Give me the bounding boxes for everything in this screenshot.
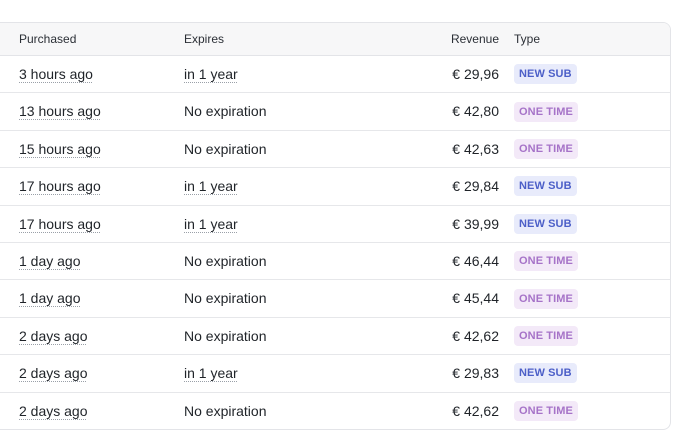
revenue-cell: € 42,80 [452,103,499,120]
purchased-cell: 3 hours ago [19,56,93,93]
purchased-time[interactable]: 1 day ago [19,253,81,269]
new-sub-badge: NEW SUB [514,213,577,234]
purchased-time[interactable]: 17 hours ago [19,216,101,232]
expires-value: No expiration [184,140,267,157]
purchased-time[interactable]: 15 hours ago [19,141,101,157]
purchased-cell: 2 days ago [19,318,88,355]
expires-cell: in 1 year [184,355,238,392]
purchased-cell: 17 hours ago [19,168,101,205]
type-cell: ONE TIME [514,131,578,168]
expires-cell: No expiration [184,93,267,130]
table-row[interactable]: 2 days ago in 1 year € 29,83 NEW SUB [0,355,670,393]
revenue-cell: € 46,44 [452,252,499,269]
expires-value: No expiration [184,252,267,269]
type-cell: ONE TIME [514,243,578,280]
expires-value: No expiration [184,103,267,120]
expires-value: No expiration [184,327,267,344]
type-cell: ONE TIME [514,280,578,317]
expires-value[interactable]: in 1 year [184,365,238,381]
expires-value[interactable]: in 1 year [184,178,238,194]
type-cell: ONE TIME [514,393,578,429]
revenue-cell: € 29,96 [452,66,499,82]
table-row[interactable]: 17 hours ago in 1 year € 29,84 NEW SUB [0,168,670,206]
purchased-time[interactable]: 2 days ago [19,365,88,381]
one-time-badge: ONE TIME [514,101,578,122]
type-cell: NEW SUB [514,168,577,205]
type-cell: NEW SUB [514,56,577,93]
type-cell: ONE TIME [514,93,578,130]
new-sub-badge: NEW SUB [514,176,577,197]
expires-value[interactable]: in 1 year [184,216,238,232]
new-sub-badge: NEW SUB [514,363,577,384]
revenue-cell: € 39,99 [452,215,499,232]
expires-value: No expiration [184,290,267,307]
table-row[interactable]: 15 hours ago No expiration € 42,63 ONE TIME [0,131,670,169]
column-header-expires[interactable]: Expires [184,23,224,55]
type-cell: ONE TIME [514,318,578,355]
one-time-badge: ONE TIME [514,288,578,309]
table-row[interactable]: 2 days ago No expiration € 42,62 ONE TIME [0,393,670,429]
table-header: Purchased Expires Revenue Type [0,23,670,56]
expires-cell: in 1 year [184,56,238,93]
expires-cell: No expiration [184,131,267,168]
purchased-time[interactable]: 2 days ago [19,403,88,419]
purchased-cell: 2 days ago [19,355,88,392]
type-cell: NEW SUB [514,355,577,392]
one-time-badge: ONE TIME [514,251,578,272]
purchased-cell: 1 day ago [19,243,81,280]
column-header-purchased[interactable]: Purchased [19,23,76,55]
one-time-badge: ONE TIME [514,326,578,347]
revenue-cell: € 42,63 [452,140,499,157]
purchased-time[interactable]: 1 day ago [19,290,81,306]
expires-cell: No expiration [184,393,267,429]
one-time-badge: ONE TIME [514,400,578,421]
column-header-type[interactable]: Type [514,23,540,55]
revenue-cell: € 45,44 [452,290,499,307]
table-row[interactable]: 1 day ago No expiration € 46,44 ONE TIME [0,243,670,281]
expires-cell: No expiration [184,243,267,280]
revenue-cell: € 42,62 [452,327,499,344]
table-row[interactable]: 1 day ago No expiration € 45,44 ONE TIME [0,280,670,318]
revenue-cell: € 42,62 [452,402,499,419]
purchased-time[interactable]: 2 days ago [19,328,88,344]
table-row[interactable]: 3 hours ago in 1 year € 29,96 NEW SUB [0,56,670,94]
one-time-badge: ONE TIME [514,139,578,160]
table-row[interactable]: 2 days ago No expiration € 42,62 ONE TIME [0,318,670,356]
purchased-cell: 17 hours ago [19,206,101,243]
purchased-time[interactable]: 3 hours ago [19,66,93,82]
revenue-cell: € 29,83 [452,365,499,382]
expires-cell: No expiration [184,280,267,317]
table-row[interactable]: 13 hours ago No expiration € 42,80 ONE TIME [0,93,670,131]
table-row[interactable]: 17 hours ago in 1 year € 39,99 NEW SUB [0,206,670,243]
purchased-time[interactable]: 17 hours ago [19,178,101,194]
purchased-cell: 2 days ago [19,393,88,429]
expires-cell: in 1 year [184,206,238,243]
purchased-cell: 13 hours ago [19,93,101,130]
type-cell: NEW SUB [514,206,577,243]
purchased-time[interactable]: 13 hours ago [19,103,101,119]
expires-cell: No expiration [184,318,267,355]
expires-value: No expiration [184,402,267,419]
purchased-cell: 1 day ago [19,280,81,317]
revenue-cell: € 29,84 [452,178,499,195]
purchased-cell: 15 hours ago [19,131,101,168]
new-sub-badge: NEW SUB [514,64,577,85]
table-body: 3 hours ago in 1 year € 29,96 NEW SUB 13 hou… [0,56,670,429]
expires-cell: in 1 year [184,168,238,205]
expires-value[interactable]: in 1 year [184,66,238,82]
column-header-revenue[interactable]: Revenue [451,23,499,55]
transactions-table: Purchased Expires Revenue Type 3 hours a… [0,22,671,430]
